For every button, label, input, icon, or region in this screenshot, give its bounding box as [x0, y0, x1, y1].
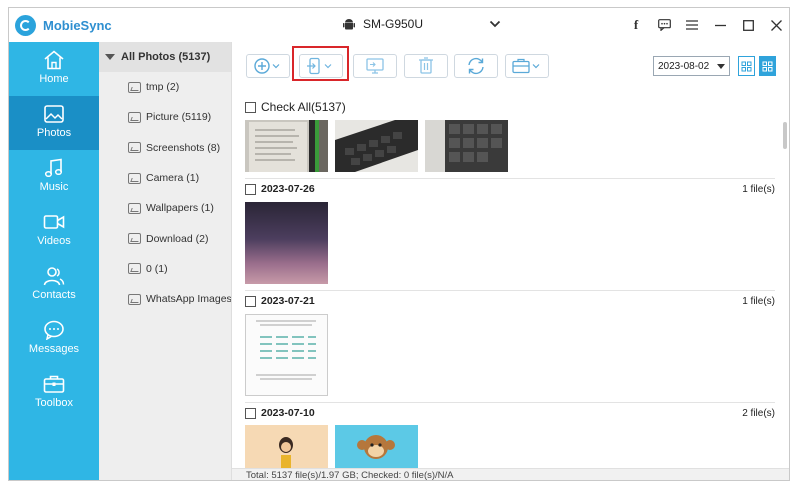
album-item[interactable]: Wallpapers (1) — [99, 193, 231, 223]
android-icon — [343, 18, 355, 29]
sidebar-item-label: Messages — [28, 343, 80, 355]
sidebar-item-label: Toolbox — [35, 397, 73, 409]
album-icon — [128, 172, 141, 184]
sidebar-item-label: Home — [39, 73, 69, 85]
window-controls: f — [629, 17, 783, 32]
album-icon — [128, 111, 141, 123]
delete-button[interactable] — [404, 54, 448, 78]
divider — [245, 290, 775, 291]
sidebar: Home Photos Music Videos Contacts Messag… — [9, 42, 99, 480]
feedback-icon[interactable] — [657, 18, 671, 32]
all-photos-header[interactable]: All Photos (5137) — [99, 42, 231, 72]
toolbar: 2023-08-02 — [232, 42, 789, 87]
device-selector[interactable]: SM-G950U — [343, 17, 501, 31]
sidebar-item-contacts[interactable]: Contacts — [9, 258, 99, 312]
album-icon — [128, 81, 141, 93]
photo-thumbnail[interactable] — [425, 120, 508, 172]
date-group-header: 2023-07-10 2 file(s) — [245, 406, 775, 420]
album-panel: All Photos (5137) tmp (2) Picture (5119)… — [99, 42, 232, 480]
sidebar-item-music[interactable]: Music — [9, 150, 99, 204]
album-icon — [128, 293, 141, 305]
contacts-icon — [43, 267, 65, 286]
group-checkbox[interactable] — [245, 295, 256, 307]
sidebar-item-label: Videos — [37, 235, 71, 247]
divider — [245, 402, 775, 403]
album-item[interactable]: WhatsApp Images (3 — [99, 284, 231, 314]
date-group-header: 2023-07-26 1 file(s) — [245, 182, 775, 196]
messages-icon — [44, 320, 64, 340]
grid-small-icon — [741, 61, 752, 71]
group-checkbox[interactable] — [245, 183, 256, 195]
album-icon — [128, 263, 141, 275]
album-item[interactable]: tmp (2) — [99, 72, 231, 102]
photo-browser: 2023-08-02 Check All(5137) 2023-07-26 1 … — [232, 42, 789, 480]
home-icon — [44, 50, 64, 70]
grid-large-icon — [762, 61, 773, 71]
list-view-button[interactable] — [738, 56, 755, 76]
app-name: MobieSync — [43, 18, 112, 33]
photo-thumbnail[interactable] — [245, 425, 328, 468]
device-name: SM-G950U — [363, 17, 424, 31]
close-icon[interactable] — [769, 18, 783, 32]
sync-icon — [468, 57, 484, 75]
sidebar-item-toolbox[interactable]: Toolbox — [9, 366, 99, 420]
music-icon — [44, 158, 63, 178]
album-item[interactable]: Picture (5119) — [99, 102, 231, 132]
album-item[interactable]: Screenshots (8) — [99, 133, 231, 163]
check-all[interactable]: Check All(5137) — [245, 100, 346, 114]
sidebar-item-videos[interactable]: Videos — [9, 204, 99, 258]
group-checkbox[interactable] — [245, 407, 256, 419]
app-logo: MobieSync — [15, 15, 112, 36]
maximize-icon[interactable] — [741, 18, 755, 32]
add-button[interactable] — [246, 54, 290, 78]
video-icon — [43, 215, 65, 229]
facebook-icon[interactable]: f — [629, 17, 643, 32]
divider — [245, 178, 775, 179]
sidebar-item-label: Photos — [36, 127, 72, 139]
title-bar: MobieSync SM-G950U f — [9, 8, 789, 42]
add-icon — [254, 58, 280, 74]
check-all-checkbox[interactable] — [245, 101, 256, 113]
scrollbar[interactable] — [783, 122, 787, 149]
sidebar-item-label: Music — [39, 181, 69, 193]
export-button-highlight — [292, 46, 349, 81]
export-to-pc-icon — [366, 58, 384, 74]
photo-thumbnail[interactable] — [245, 314, 328, 396]
sidebar-item-messages[interactable]: Messages — [9, 312, 99, 366]
date-group-header: 2023-07-21 1 file(s) — [245, 294, 775, 308]
grid-view-button[interactable] — [759, 56, 776, 76]
export-to-pc-button[interactable] — [353, 54, 397, 78]
app-window: MobieSync SM-G950U f Home Photos Music V… — [8, 7, 790, 481]
album-item[interactable]: 0 (1) — [99, 254, 231, 284]
toolbox-icon — [512, 58, 540, 74]
menu-icon[interactable] — [685, 18, 699, 32]
minimize-icon[interactable] — [713, 18, 727, 32]
album-icon — [128, 202, 141, 214]
chevron-down-icon[interactable] — [489, 17, 501, 31]
expand-arrow-icon[interactable] — [105, 54, 115, 60]
logo-icon — [15, 15, 36, 36]
album-icon — [128, 142, 141, 154]
album-item[interactable]: Camera (1) — [99, 163, 231, 193]
photo-thumbnail[interactable] — [245, 120, 328, 172]
album-item[interactable]: Download (2) — [99, 223, 231, 253]
sync-button[interactable] — [454, 54, 498, 78]
photo-icon — [44, 105, 64, 123]
photo-thumbnail[interactable] — [245, 202, 328, 284]
sidebar-item-label: Contacts — [32, 289, 76, 301]
album-icon — [128, 233, 141, 245]
sidebar-item-photos[interactable]: Photos — [9, 96, 99, 150]
sidebar-item-home[interactable]: Home — [9, 42, 99, 96]
photo-thumbnail[interactable] — [335, 425, 418, 468]
toolbox-icon — [43, 375, 65, 393]
delete-icon — [419, 57, 433, 74]
status-bar: Total: 5137 file(s)/1.97 GB; Checked: 0 … — [232, 468, 789, 480]
toolbox-button[interactable] — [505, 54, 549, 78]
date-filter-select[interactable]: 2023-08-02 — [653, 56, 730, 76]
photo-thumbnail[interactable] — [335, 120, 418, 172]
